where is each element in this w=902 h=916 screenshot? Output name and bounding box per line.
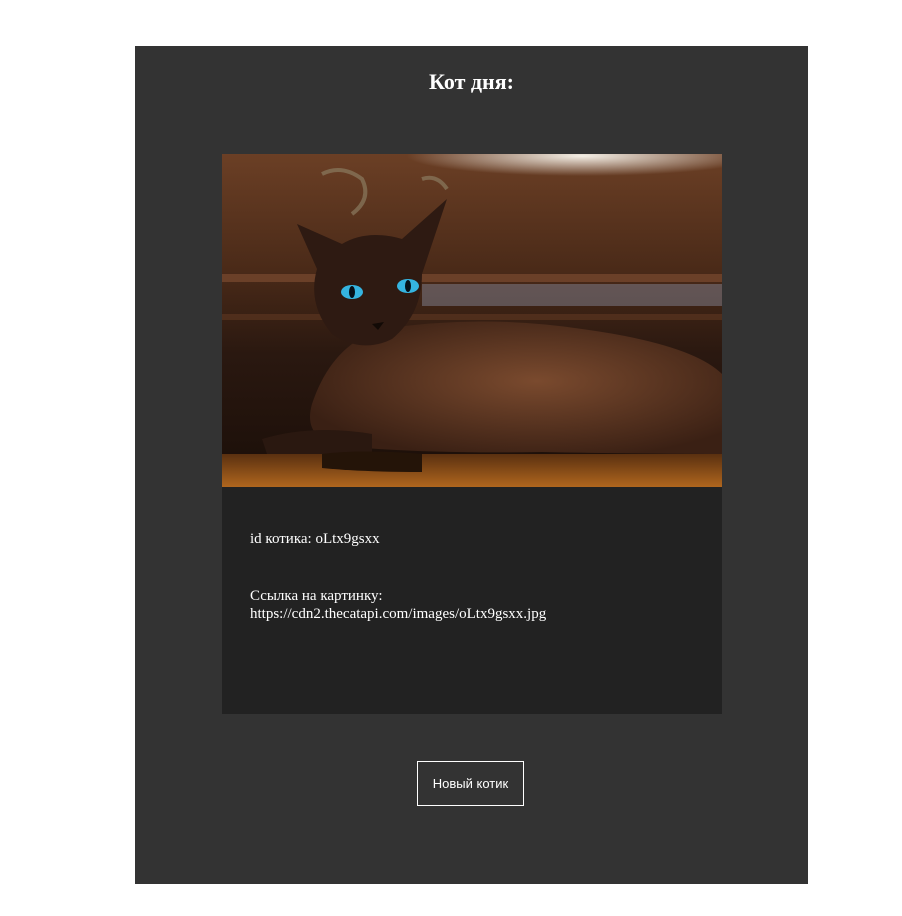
cat-id-label: id котика: — [250, 531, 312, 547]
new-cat-button[interactable]: Новый котик — [417, 761, 524, 806]
cat-link-value: https://cdn2.thecatapi.com/images/oLtx9g… — [250, 606, 547, 622]
cat-id-row: id котика: oLtx9gsxx — [250, 530, 700, 548]
page-title: Кот дня: — [429, 69, 514, 94]
cat-id-value: oLtx9gsxx — [315, 531, 380, 547]
cat-photo — [222, 154, 722, 487]
cat-card: id котика: oLtx9gsxx Ссылка на картинку:… — [222, 154, 722, 714]
cat-info: id котика: oLtx9gsxx Ссылка на картинку:… — [250, 530, 700, 622]
cat-link-label: Ссылка на картинку: — [250, 588, 383, 604]
cat-link-row: Ссылка на картинку: https://cdn2.thecata… — [250, 587, 700, 623]
cat-of-day-panel: Кот дня: id котика: oLtx9gsxx Ссылка на … — [135, 46, 808, 884]
